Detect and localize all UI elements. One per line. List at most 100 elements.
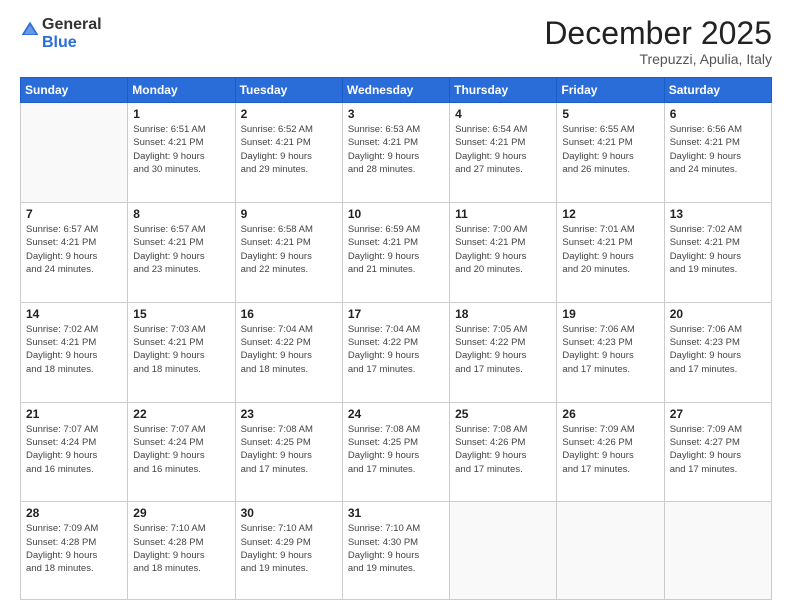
- table-row: [557, 502, 664, 600]
- logo-blue-text: Blue: [42, 34, 77, 51]
- day-info: Sunrise: 7:06 AM Sunset: 4:23 PM Dayligh…: [562, 323, 658, 376]
- table-row: 21Sunrise: 7:07 AM Sunset: 4:24 PM Dayli…: [21, 402, 128, 502]
- col-friday: Friday: [557, 78, 664, 103]
- table-row: 25 Sunrise: 7:08 AM Sunset: 4:26 PM Dayli…: [450, 402, 557, 502]
- day-info: Sunrise: 7:00 AM Sunset: 4:21 PM Dayligh…: [455, 223, 551, 276]
- title-block: December 2025 Trepuzzi, Apulia, Italy: [544, 16, 772, 67]
- day-info: Sunrise: 7:04 AM Sunset: 4:22 PM Dayligh…: [241, 323, 337, 376]
- logo-icon: [20, 20, 40, 40]
- table-row: 22Sunrise: 7:07 AM Sunset: 4:24 PM Dayli…: [128, 402, 235, 502]
- col-thursday: Thursday: [450, 78, 557, 103]
- page: General Blue December 2025 Trepuzzi, Apu…: [0, 0, 792, 612]
- table-row: 30 Sunrise: 7:10 AM Sunset: 4:29 PM Dayli…: [235, 502, 342, 600]
- day-info: Sunrise: 6:58 AM Sunset: 4:21 PM Dayligh…: [241, 223, 337, 276]
- table-row: 19 Sunrise: 7:06 AM Sunset: 4:23 PM Dayli…: [557, 302, 664, 402]
- day-number: 7: [26, 207, 122, 221]
- col-tuesday: Tuesday: [235, 78, 342, 103]
- logo-general-text: General: [42, 16, 102, 33]
- day-number: 25: [455, 407, 551, 421]
- day-number: 8: [133, 207, 229, 221]
- table-row: 14Sunrise: 7:02 AM Sunset: 4:21 PM Dayli…: [21, 302, 128, 402]
- day-info: Sunrise: 6:53 AM Sunset: 4:21 PM Dayligh…: [348, 123, 444, 176]
- day-number: 20: [670, 307, 766, 321]
- day-number: 26: [562, 407, 658, 421]
- table-row: [450, 502, 557, 600]
- day-number: 31: [348, 506, 444, 520]
- day-number: 22: [133, 407, 229, 421]
- day-info: Sunrise: 6:51 AM Sunset: 4:21 PM Dayligh…: [133, 123, 229, 176]
- day-info: Sunrise: 7:03 AM Sunset: 4:21 PM Dayligh…: [133, 323, 229, 376]
- col-sunday: Sunday: [21, 78, 128, 103]
- day-info: Sunrise: 7:02 AM Sunset: 4:21 PM Dayligh…: [26, 323, 122, 376]
- col-wednesday: Wednesday: [342, 78, 449, 103]
- day-info: Sunrise: 6:57 AM Sunset: 4:21 PM Dayligh…: [26, 223, 122, 276]
- day-info: Sunrise: 7:09 AM Sunset: 4:28 PM Dayligh…: [26, 522, 122, 575]
- table-row: 6Sunrise: 6:56 AM Sunset: 4:21 PM Daylig…: [664, 103, 771, 203]
- table-row: 18 Sunrise: 7:05 AM Sunset: 4:22 PM Dayli…: [450, 302, 557, 402]
- table-row: 8 Sunrise: 6:57 AM Sunset: 4:21 PM Daylig…: [128, 203, 235, 303]
- table-row: [21, 103, 128, 203]
- table-row: 1 Sunrise: 6:51 AM Sunset: 4:21 PM Daylig…: [128, 103, 235, 203]
- day-number: 19: [562, 307, 658, 321]
- day-info: Sunrise: 7:07 AM Sunset: 4:24 PM Dayligh…: [26, 423, 122, 476]
- day-info: Sunrise: 7:01 AM Sunset: 4:21 PM Dayligh…: [562, 223, 658, 276]
- day-info: Sunrise: 7:09 AM Sunset: 4:27 PM Dayligh…: [670, 423, 766, 476]
- table-row: 4Sunrise: 6:54 AM Sunset: 4:21 PM Daylig…: [450, 103, 557, 203]
- table-row: 11 Sunrise: 7:00 AM Sunset: 4:21 PM Dayli…: [450, 203, 557, 303]
- table-row: 27 Sunrise: 7:09 AM Sunset: 4:27 PM Dayli…: [664, 402, 771, 502]
- table-row: 31 Sunrise: 7:10 AM Sunset: 4:30 PM Dayli…: [342, 502, 449, 600]
- day-number: 11: [455, 207, 551, 221]
- day-info: Sunrise: 7:08 AM Sunset: 4:26 PM Dayligh…: [455, 423, 551, 476]
- day-number: 10: [348, 207, 444, 221]
- table-row: 2 Sunrise: 6:52 AM Sunset: 4:21 PM Daylig…: [235, 103, 342, 203]
- day-info: Sunrise: 7:05 AM Sunset: 4:22 PM Dayligh…: [455, 323, 551, 376]
- table-row: 10 Sunrise: 6:59 AM Sunset: 4:21 PM Dayli…: [342, 203, 449, 303]
- day-info: Sunrise: 7:10 AM Sunset: 4:28 PM Dayligh…: [133, 522, 229, 575]
- table-row: 29Sunrise: 7:10 AM Sunset: 4:28 PM Dayli…: [128, 502, 235, 600]
- table-row: 17 Sunrise: 7:04 AM Sunset: 4:22 PM Dayli…: [342, 302, 449, 402]
- table-row: 9 Sunrise: 6:58 AM Sunset: 4:21 PM Daylig…: [235, 203, 342, 303]
- month-title: December 2025: [544, 16, 772, 51]
- day-info: Sunrise: 6:59 AM Sunset: 4:21 PM Dayligh…: [348, 223, 444, 276]
- col-monday: Monday: [128, 78, 235, 103]
- day-info: Sunrise: 7:08 AM Sunset: 4:25 PM Dayligh…: [348, 423, 444, 476]
- table-row: [664, 502, 771, 600]
- col-saturday: Saturday: [664, 78, 771, 103]
- logo: General Blue: [20, 16, 102, 51]
- day-info: Sunrise: 7:08 AM Sunset: 4:25 PM Dayligh…: [241, 423, 337, 476]
- day-info: Sunrise: 7:09 AM Sunset: 4:26 PM Dayligh…: [562, 423, 658, 476]
- day-number: 18: [455, 307, 551, 321]
- day-number: 6: [670, 107, 766, 121]
- day-info: Sunrise: 6:57 AM Sunset: 4:21 PM Dayligh…: [133, 223, 229, 276]
- day-number: 1: [133, 107, 229, 121]
- day-number: 3: [348, 107, 444, 121]
- table-row: 16Sunrise: 7:04 AM Sunset: 4:22 PM Dayli…: [235, 302, 342, 402]
- day-number: 2: [241, 107, 337, 121]
- table-row: 7 Sunrise: 6:57 AM Sunset: 4:21 PM Daylig…: [21, 203, 128, 303]
- table-row: 12 Sunrise: 7:01 AM Sunset: 4:21 PM Dayli…: [557, 203, 664, 303]
- table-row: 5Sunrise: 6:55 AM Sunset: 4:21 PM Daylig…: [557, 103, 664, 203]
- day-number: 24: [348, 407, 444, 421]
- day-number: 9: [241, 207, 337, 221]
- calendar-table: Sunday Monday Tuesday Wednesday Thursday…: [20, 77, 772, 600]
- table-row: 28 Sunrise: 7:09 AM Sunset: 4:28 PM Dayli…: [21, 502, 128, 600]
- day-number: 13: [670, 207, 766, 221]
- table-row: 15 Sunrise: 7:03 AM Sunset: 4:21 PM Dayli…: [128, 302, 235, 402]
- table-row: 24 Sunrise: 7:08 AM Sunset: 4:25 PM Dayli…: [342, 402, 449, 502]
- day-info: Sunrise: 7:10 AM Sunset: 4:30 PM Dayligh…: [348, 522, 444, 575]
- day-number: 15: [133, 307, 229, 321]
- day-info: Sunrise: 7:06 AM Sunset: 4:23 PM Dayligh…: [670, 323, 766, 376]
- table-row: 20 Sunrise: 7:06 AM Sunset: 4:23 PM Dayli…: [664, 302, 771, 402]
- day-number: 17: [348, 307, 444, 321]
- calendar-header-row: Sunday Monday Tuesday Wednesday Thursday…: [21, 78, 772, 103]
- day-number: 12: [562, 207, 658, 221]
- day-number: 28: [26, 506, 122, 520]
- table-row: 26 Sunrise: 7:09 AM Sunset: 4:26 PM Dayli…: [557, 402, 664, 502]
- day-number: 23: [241, 407, 337, 421]
- day-number: 27: [670, 407, 766, 421]
- day-info: Sunrise: 7:04 AM Sunset: 4:22 PM Dayligh…: [348, 323, 444, 376]
- table-row: 13Sunrise: 7:02 AM Sunset: 4:21 PM Dayli…: [664, 203, 771, 303]
- day-number: 30: [241, 506, 337, 520]
- day-info: Sunrise: 6:52 AM Sunset: 4:21 PM Dayligh…: [241, 123, 337, 176]
- day-info: Sunrise: 7:10 AM Sunset: 4:29 PM Dayligh…: [241, 522, 337, 575]
